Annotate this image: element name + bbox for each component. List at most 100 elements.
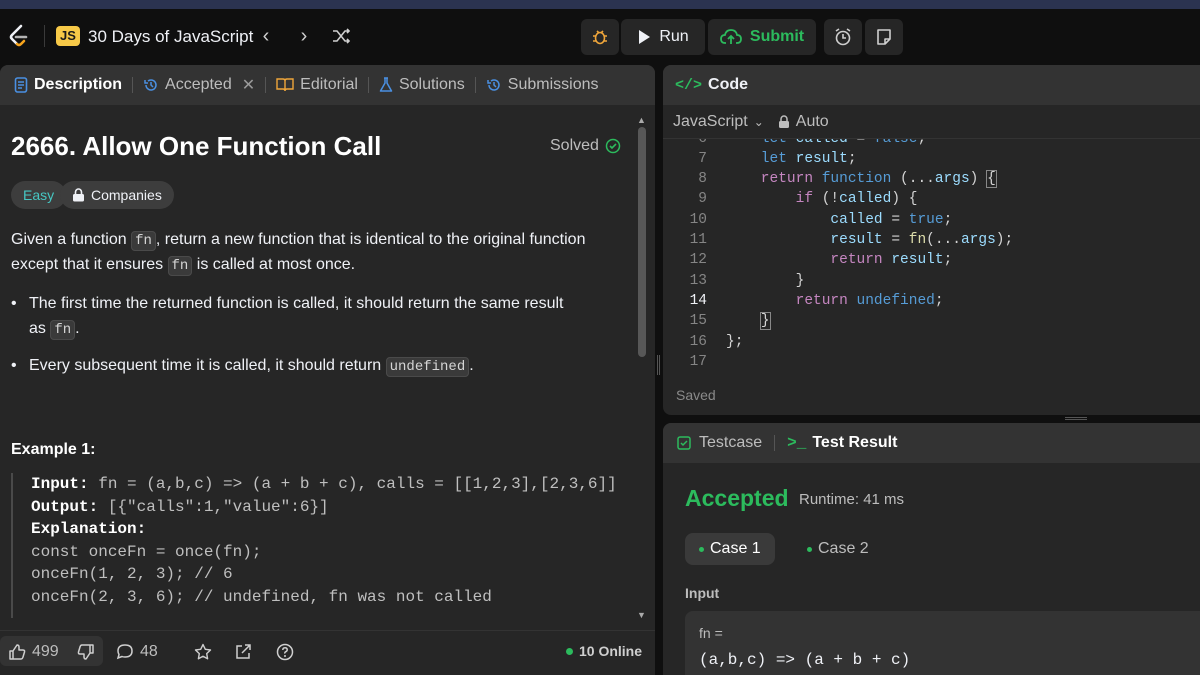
like-button[interactable]: 499 xyxy=(8,643,59,661)
save-status: Saved xyxy=(676,387,716,403)
check-circle-icon xyxy=(605,138,621,154)
case-2-tab[interactable]: Case 2 xyxy=(793,533,883,565)
tab-description[interactable]: Description xyxy=(8,76,128,94)
star-icon[interactable] xyxy=(194,643,212,661)
tab-separator xyxy=(132,77,134,93)
list-item: • The first time the returned function i… xyxy=(11,295,564,340)
input-variable-name: fn = xyxy=(699,625,723,641)
tab-code[interactable]: Code xyxy=(708,76,748,94)
inline-code: fn xyxy=(50,320,76,340)
language-select[interactable]: JavaScript ⌄ xyxy=(673,113,764,131)
note-icon[interactable] xyxy=(865,19,903,55)
debug-icon[interactable] xyxy=(581,19,619,55)
alarm-clock-icon[interactable] xyxy=(824,19,862,55)
code-line: 9 if (!called) { xyxy=(698,191,918,207)
window-top-strip xyxy=(0,0,1200,9)
submit-button[interactable]: Submit xyxy=(708,19,816,55)
lock-icon xyxy=(73,188,84,202)
input-value-box: fn = (a,b,c) => (a + b + c) xyxy=(685,611,1200,675)
code-line: 12 return result; xyxy=(689,252,953,268)
example-heading: Example 1: xyxy=(11,441,96,458)
code-line: 7 let result; xyxy=(698,151,857,167)
scrollbar-thumb[interactable] xyxy=(638,127,646,357)
test-panel: Testcase >_ Test Result Accepted Runtime… xyxy=(663,423,1200,675)
tab-separator xyxy=(474,77,476,93)
code-line: 8 return function (...args) { xyxy=(698,170,997,188)
run-button[interactable]: Run xyxy=(621,19,705,55)
scroll-down-icon[interactable]: ▼ xyxy=(637,610,646,620)
tab-separator xyxy=(367,77,369,93)
chevron-right-icon[interactable]: › xyxy=(291,23,317,49)
description-scrollbar[interactable]: ▲ ▼ xyxy=(636,115,648,620)
example-block: Input: fn = (a,b,c) => (a + b + c), call… xyxy=(11,473,631,618)
leetcode-logo-icon[interactable] xyxy=(6,23,32,49)
code-line: 15 } xyxy=(689,312,771,330)
problem-footer: 499 48 10 Online xyxy=(0,630,655,675)
submit-label: Submit xyxy=(749,28,805,45)
tab-accepted[interactable]: Accepted ✕ xyxy=(137,75,261,95)
help-icon[interactable] xyxy=(276,643,294,661)
auto-mode-toggle[interactable]: Auto xyxy=(778,113,829,131)
online-count: 10 Online xyxy=(566,643,642,659)
comments-button[interactable]: 48 xyxy=(116,643,158,661)
code-line: 17 xyxy=(689,354,707,365)
inline-code: fn xyxy=(131,231,156,251)
flask-icon xyxy=(379,77,393,92)
code-line: 13 } xyxy=(689,273,805,289)
dislike-button[interactable] xyxy=(77,643,95,661)
book-icon xyxy=(276,78,294,92)
js-badge-icon: JS xyxy=(56,26,80,46)
pass-dot-icon xyxy=(807,546,812,552)
code-tabbar: </> Code xyxy=(663,65,1200,105)
cloud-upload-icon xyxy=(719,29,742,44)
nav-divider xyxy=(44,25,45,47)
code-editor[interactable]: 6 let called = false; 7 let result; 8 re… xyxy=(663,139,1200,365)
close-icon[interactable]: ✕ xyxy=(242,75,255,95)
tab-testcase[interactable]: Testcase xyxy=(677,434,762,452)
pass-dot-icon xyxy=(699,546,704,552)
history-icon xyxy=(487,79,500,91)
history-icon xyxy=(144,79,157,91)
share-icon[interactable] xyxy=(234,643,252,661)
tab-solutions[interactable]: Solutions xyxy=(373,76,471,94)
code-line: 11 result = fn(...args); xyxy=(689,232,1014,248)
problem-title[interactable]: 2666. Allow One Function Call xyxy=(11,131,381,162)
play-icon xyxy=(639,30,651,44)
input-label: Input xyxy=(685,585,720,601)
code-line-current: 14 return undefined; xyxy=(689,293,944,309)
inline-code: undefined xyxy=(385,357,470,377)
test-tabbar: Testcase >_ Test Result xyxy=(663,423,1200,463)
code-line: 16}; xyxy=(689,334,744,350)
code-brackets-icon: </> xyxy=(675,76,703,94)
shuffle-icon[interactable] xyxy=(328,23,354,49)
checkbox-icon xyxy=(677,436,691,450)
horizontal-splitter[interactable] xyxy=(663,415,1200,423)
companies-tag[interactable]: Companies xyxy=(60,181,174,209)
code-editor-panel: </> Code JavaScript ⌄ Auto 6 let called … xyxy=(663,65,1200,415)
solved-status: Solved xyxy=(550,137,621,155)
thumbs-down-icon xyxy=(77,644,94,660)
splitter-grip-icon[interactable] xyxy=(657,355,660,375)
tab-separator xyxy=(774,435,776,451)
online-dot-icon xyxy=(566,647,573,655)
description-panel: Description Accepted ✕ Editorial Solutio… xyxy=(0,65,655,675)
tab-submissions[interactable]: Submissions xyxy=(480,76,605,94)
chevron-down-icon: ⌄ xyxy=(753,114,764,129)
input-variable-value: (a,b,c) => (a + b + c) xyxy=(699,651,911,669)
difficulty-badge[interactable]: Easy xyxy=(11,181,67,209)
comment-icon xyxy=(116,644,133,660)
splitter-grip-icon[interactable] xyxy=(1065,417,1087,420)
tab-separator xyxy=(265,77,267,93)
case-1-tab[interactable]: Case 1 xyxy=(685,533,775,565)
tab-editorial[interactable]: Editorial xyxy=(270,76,364,94)
scroll-up-icon[interactable]: ▲ xyxy=(637,115,646,125)
study-plan-title[interactable]: 30 Days of JavaScript xyxy=(88,27,253,47)
code-line: 6 let called = false; xyxy=(698,139,927,147)
top-navbar: JS 30 Days of JavaScript ‹ › Run Submit xyxy=(0,9,1200,65)
chevron-left-icon[interactable]: ‹ xyxy=(253,23,279,49)
verdict-text: Accepted xyxy=(685,485,789,511)
runtime-text: Runtime: 41 ms xyxy=(799,491,905,508)
document-icon xyxy=(14,77,28,93)
thumbs-up-icon xyxy=(9,644,26,660)
tab-test-result[interactable]: >_ Test Result xyxy=(787,434,897,452)
